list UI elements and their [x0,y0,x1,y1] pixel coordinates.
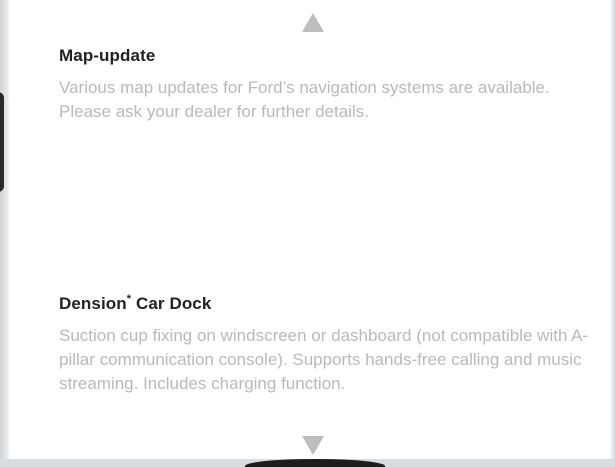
section-title: Map-update [59,46,156,65]
section-title-product: Car Dock [131,294,212,313]
section-title-brand: Dension [59,294,127,313]
scroll-down-icon[interactable] [302,436,324,455]
accessory-info-view: Map-update Various map updates for Ford’… [0,0,615,467]
section-title-footnote-mark: * [126,293,132,305]
background-photo-object [0,92,4,192]
background-photo-object-bottom [245,459,385,467]
info-panel: Map-update Various map updates for Ford’… [12,0,610,459]
background-photo-edge-left [0,0,10,467]
section-title: Dension* Car Dock [59,293,589,314]
scroll-up-icon[interactable] [302,13,324,32]
section-dension-car-dock: Dension* Car Dock Suction cup fixing on … [59,293,589,396]
section-description: Suction cup fixing on windscreen or dash… [59,326,589,393]
section-map-update: Map-update Various map updates for Ford’… [59,46,589,124]
section-description: Various map updates for Ford’s navigatio… [59,78,550,121]
